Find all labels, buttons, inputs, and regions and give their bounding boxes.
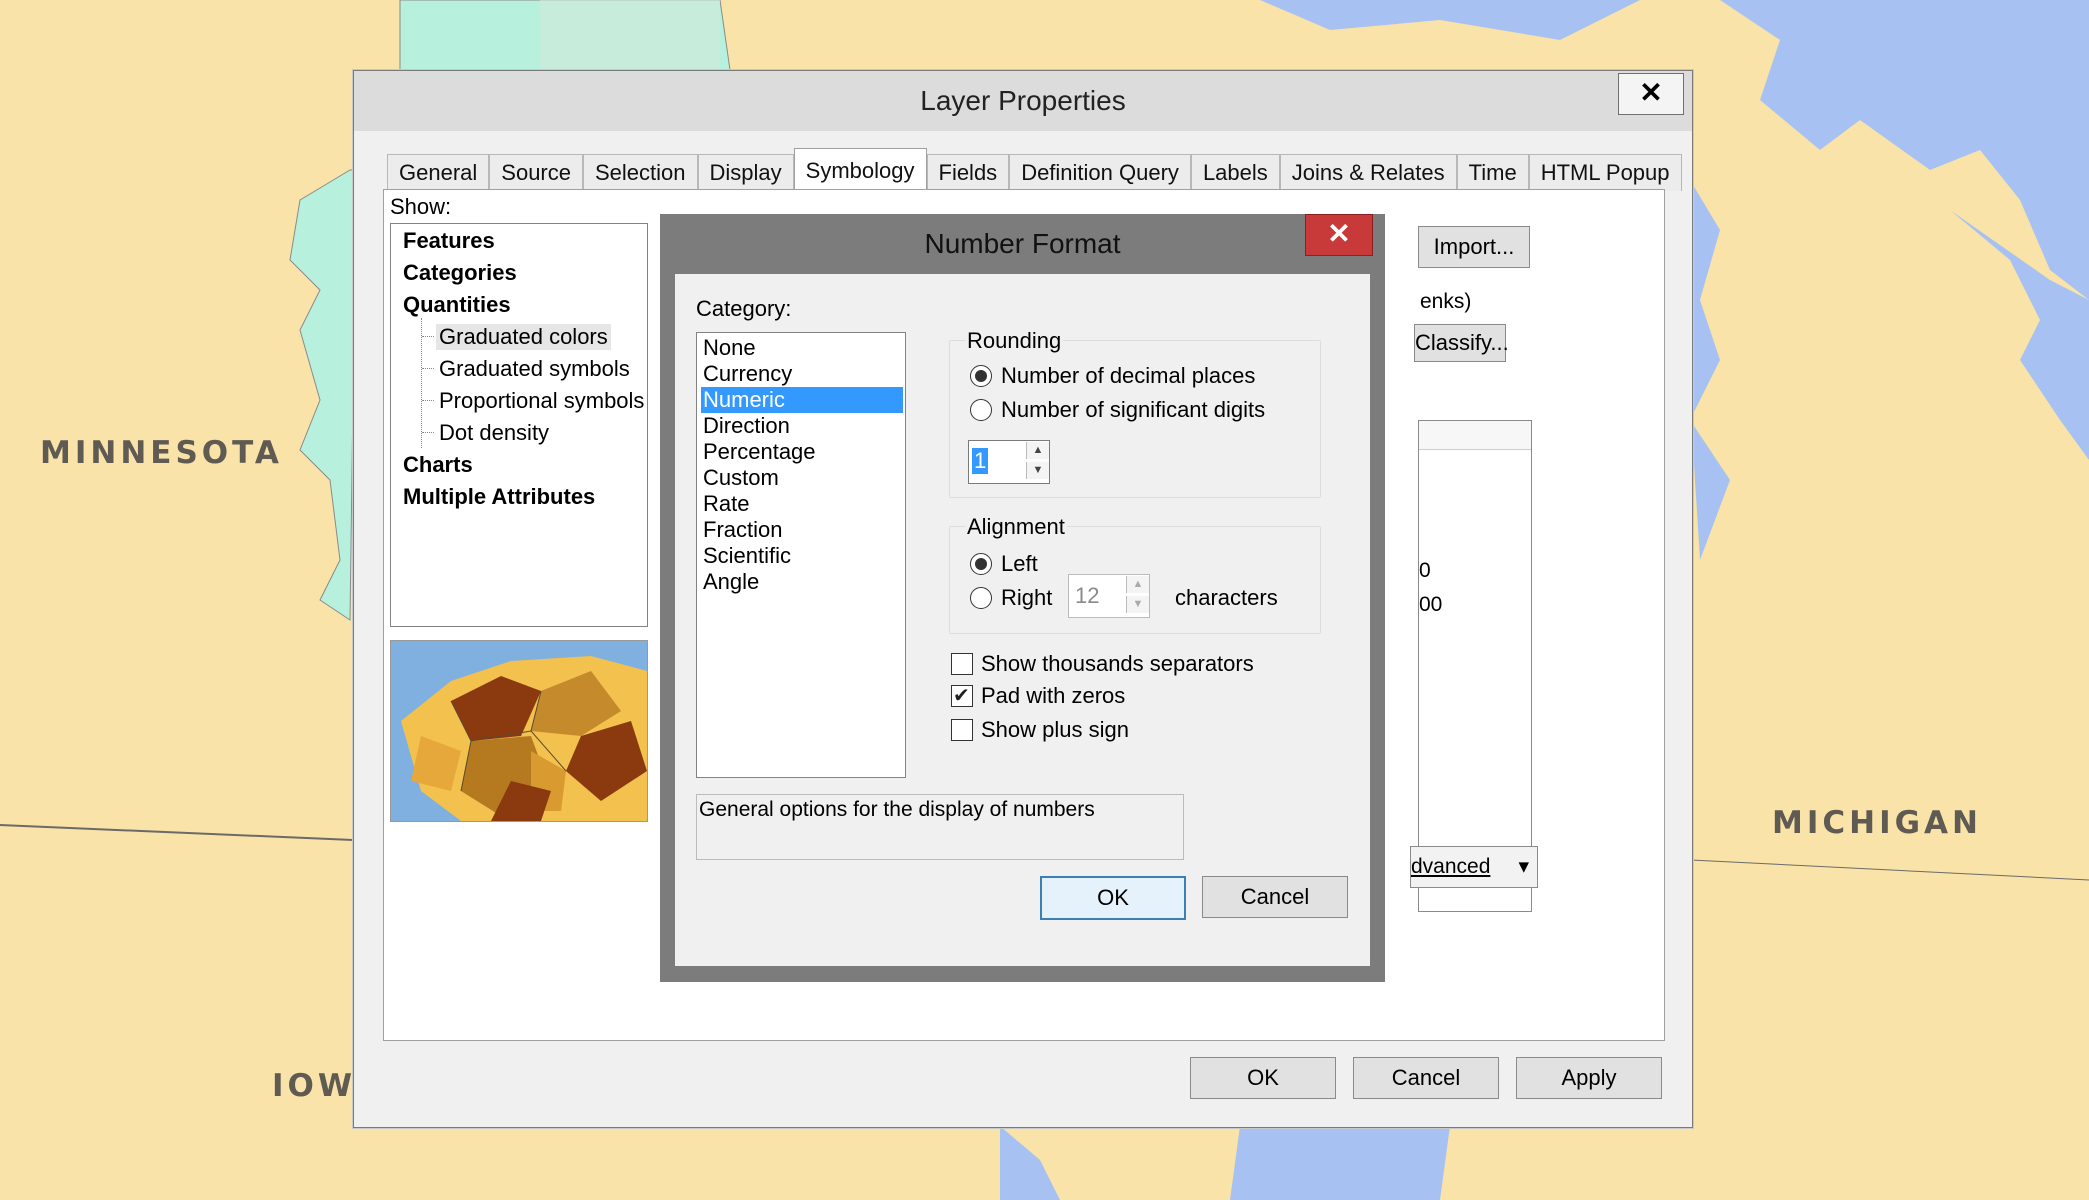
tab-html-popup[interactable]: HTML Popup <box>1528 154 1682 191</box>
symbol-table: 0 00 <box>1418 420 1532 912</box>
pad-with-zeros-checkbox[interactable] <box>951 683 973 708</box>
dialog-title: Number Format <box>924 228 1121 259</box>
tree-item-multiple-attributes[interactable]: Multiple Attributes <box>403 484 595 510</box>
value-fragment-2: 00 <box>1419 593 1443 616</box>
thousands-separators-label[interactable]: Show thousands separators <box>981 651 1254 677</box>
category-item-numeric[interactable]: Numeric <box>701 387 903 413</box>
show-label: Show: <box>390 194 452 219</box>
value-fragment-1: 0 <box>1419 559 1431 582</box>
align-right-radio[interactable] <box>970 587 992 609</box>
category-item-custom[interactable]: Custom <box>701 465 903 491</box>
decimal-places-radio[interactable] <box>970 365 992 387</box>
rounding-group-label: Rounding <box>965 328 1064 354</box>
category-item-direction[interactable]: Direction <box>701 413 903 439</box>
advanced-dropdown[interactable]: dvanced ▾ <box>1410 846 1538 888</box>
align-right-label[interactable]: Right <box>1001 585 1052 611</box>
tree-item-dot-density[interactable]: Dot density <box>439 420 549 446</box>
ok-button[interactable]: OK <box>1040 876 1186 920</box>
classify-button[interactable]: Classify... <box>1414 324 1509 362</box>
tree-item-categories[interactable]: Categories <box>403 260 517 286</box>
apply-button[interactable]: Apply <box>1516 1057 1662 1099</box>
tree-item-graduated-colors[interactable]: Graduated colors <box>436 324 611 350</box>
decimal-places-value[interactable]: 1 <box>972 448 989 474</box>
import-button[interactable]: Import... <box>1418 226 1530 268</box>
tab-display[interactable]: Display <box>697 154 794 191</box>
category-item-fraction[interactable]: Fraction <box>701 517 903 543</box>
number-format-body: Category: None Currency Numeric Directio… <box>675 274 1370 966</box>
tab-time[interactable]: Time <box>1456 154 1529 191</box>
cancel-button[interactable]: Cancel <box>1202 876 1348 918</box>
tree-item-graduated-symbols[interactable]: Graduated symbols <box>439 356 630 382</box>
category-item-currency[interactable]: Currency <box>701 361 903 387</box>
tab-labels[interactable]: Labels <box>1190 154 1280 191</box>
tab-selection[interactable]: Selection <box>583 154 698 191</box>
alignment-group-label: Alignment <box>965 514 1067 540</box>
tab-bar: General Source Selection Display Symbolo… <box>387 148 1682 191</box>
tree-item-charts[interactable]: Charts <box>403 452 473 478</box>
chevron-up-icon[interactable]: ▲ <box>1026 442 1049 459</box>
alignment-width-stepper[interactable]: 12 ▲ ▼ <box>1068 574 1150 618</box>
decimal-places-stepper[interactable]: 1 ▲ ▼ <box>968 440 1050 484</box>
description-text: General options for the display of numbe… <box>699 798 1095 821</box>
thousands-separators-checkbox[interactable] <box>951 653 973 675</box>
breaks-label-fragment: enks) <box>1420 290 1472 313</box>
pad-with-zeros-label[interactable]: Pad with zeros <box>981 683 1125 709</box>
tab-general[interactable]: General <box>387 154 490 191</box>
alignment-width-value[interactable]: 12 <box>1075 583 1099 609</box>
chevron-down-icon[interactable]: ▼ <box>1126 596 1149 613</box>
close-icon[interactable]: ✕ <box>1618 73 1684 115</box>
number-format-dialog: Number Format ✕ Category: None Currency … <box>660 214 1385 982</box>
window-title: Layer Properties <box>920 85 1126 116</box>
cancel-button[interactable]: Cancel <box>1353 1057 1499 1099</box>
tab-source[interactable]: Source <box>489 154 583 191</box>
chevron-down-icon: ▾ <box>1518 855 1529 878</box>
align-left-label[interactable]: Left <box>1001 551 1038 577</box>
preview-map-image <box>390 640 648 822</box>
description-box: General options for the display of numbe… <box>696 794 1184 860</box>
map-label-minnesota: MINNESOTA <box>40 435 283 471</box>
category-item-none[interactable]: None <box>701 335 903 361</box>
advanced-label: dvanced <box>1411 855 1491 878</box>
tab-fields[interactable]: Fields <box>926 154 1010 191</box>
category-item-angle[interactable]: Angle <box>701 569 903 595</box>
tree-item-features[interactable]: Features <box>403 228 495 254</box>
plus-sign-label[interactable]: Show plus sign <box>981 717 1129 743</box>
category-label: Category: <box>696 296 792 321</box>
category-item-percentage[interactable]: Percentage <box>701 439 903 465</box>
map-label-michigan: MICHIGAN <box>1772 805 1982 841</box>
characters-label: characters <box>1175 585 1278 610</box>
symbol-table-header <box>1419 421 1531 450</box>
decimal-places-label[interactable]: Number of decimal places <box>1001 363 1255 389</box>
category-list[interactable]: None Currency Numeric Direction Percenta… <box>696 332 906 778</box>
tree-item-proportional-symbols[interactable]: Proportional symbols <box>439 388 644 414</box>
tab-definition-query[interactable]: Definition Query <box>1009 154 1191 191</box>
significant-digits-radio[interactable] <box>970 399 992 421</box>
close-icon[interactable]: ✕ <box>1305 214 1373 256</box>
plus-sign-checkbox[interactable] <box>951 719 973 741</box>
layer-properties-titlebar[interactable]: Layer Properties ✕ <box>354 71 1692 131</box>
significant-digits-label[interactable]: Number of significant digits <box>1001 397 1265 423</box>
category-item-scientific[interactable]: Scientific <box>701 543 903 569</box>
ok-button[interactable]: OK <box>1190 1057 1336 1099</box>
show-tree: Features Categories Quantities Graduated… <box>390 223 648 627</box>
align-left-radio[interactable] <box>970 553 992 575</box>
tree-item-quantities[interactable]: Quantities <box>403 292 511 318</box>
tab-symbology[interactable]: Symbology <box>793 148 927 191</box>
chevron-up-icon[interactable]: ▲ <box>1126 576 1149 593</box>
tab-joins-relates[interactable]: Joins & Relates <box>1279 154 1457 191</box>
category-item-rate[interactable]: Rate <box>701 491 903 517</box>
chevron-down-icon[interactable]: ▼ <box>1026 462 1049 479</box>
